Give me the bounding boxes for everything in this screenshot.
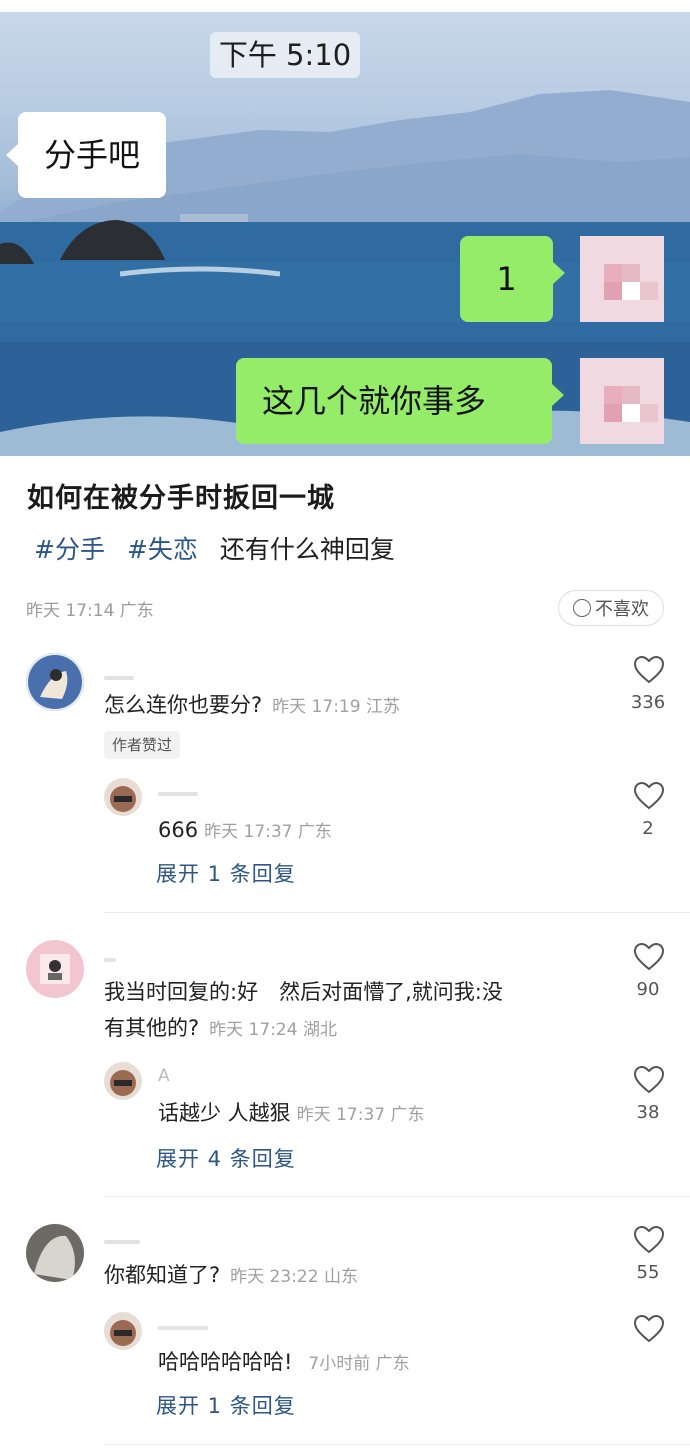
expand-replies-link[interactable]: 展开 4 条回复 [156, 1143, 296, 1173]
username-blurred[interactable] [158, 1326, 208, 1330]
tag-row: #分手 #失恋 还有什么神回复 [34, 530, 395, 566]
comment-time: 昨天 17:24 湖北 [209, 1020, 337, 1040]
avatar-image [26, 1224, 84, 1282]
username-blurred[interactable] [104, 676, 134, 680]
avatar-image [104, 1312, 142, 1350]
expand-replies-link[interactable]: 展开 1 条回复 [156, 1390, 296, 1420]
heart-icon[interactable] [634, 1226, 664, 1254]
heart-icon[interactable] [634, 1315, 664, 1343]
reply-text: 哈哈哈哈哈哈! 7小时前 广东 [158, 1350, 410, 1374]
divider [104, 1444, 690, 1445]
reply-text: 话越少 人越狠 昨天 17:37 广东 [158, 1101, 425, 1125]
reply-text: 666 昨天 17:37 广东 [158, 818, 332, 842]
post-meta: 昨天 17:14 广东 [26, 601, 154, 621]
reply-time: 昨天 17:37 广东 [204, 822, 332, 842]
reply-time: 昨天 17:37 广东 [296, 1105, 425, 1125]
avatar-image [104, 778, 142, 816]
username-blurred[interactable] [158, 792, 198, 796]
divider [104, 1196, 690, 1197]
username-blurred[interactable] [104, 958, 116, 962]
pixelated-avatar [580, 236, 664, 322]
chat-bubble-sent-2: 这几个就你事多 [236, 358, 564, 444]
frown-icon [573, 599, 591, 617]
chat-timestamp: 下午 5:10 [210, 32, 360, 78]
like-count: 38 [636, 1102, 660, 1123]
expand-replies-link[interactable]: 展开 1 条回复 [156, 858, 296, 888]
comment-time: 昨天 23:22 山东 [230, 1267, 358, 1287]
avatar-image [26, 653, 84, 711]
pixelated-avatar [580, 358, 664, 444]
avatar[interactable] [26, 940, 84, 998]
chat-bubble-sent-1: 1 [460, 236, 565, 322]
heart-icon[interactable] [634, 656, 664, 684]
reply-time: 7小时前 广东 [308, 1354, 410, 1374]
author-liked-badge: 作者赞过 [104, 731, 181, 759]
like-count: 90 [636, 979, 660, 1000]
post-title: 如何在被分手时扳回一城 [27, 483, 335, 514]
like-count: 2 [642, 818, 654, 839]
hashtag-link[interactable]: #分手 [34, 530, 105, 566]
dislike-label: 不喜欢 [595, 599, 649, 620]
comment-text: 我当时回复的:好 然后对面懵了,就问我:没 有其他的? 昨天 17:24 湖北 [104, 980, 503, 1040]
post-body-text: 还有什么神回复 [219, 535, 395, 564]
divider [104, 912, 690, 913]
chat-bubble-received: 分手吧 [5, 112, 167, 198]
like-count: 55 [636, 1262, 660, 1283]
username-blurred[interactable] [104, 1240, 140, 1244]
avatar-image [26, 940, 84, 998]
like-count: 336 [630, 692, 666, 713]
heart-icon[interactable] [634, 1066, 664, 1094]
dislike-button[interactable]: 不喜欢 [558, 590, 664, 626]
heart-icon[interactable] [634, 782, 664, 810]
avatar[interactable] [104, 1312, 142, 1350]
comment-text: 你都知道了? 昨天 23:22 山东 [104, 1263, 358, 1287]
avatar[interactable] [104, 1062, 142, 1100]
avatar[interactable] [104, 778, 142, 816]
comment-time: 昨天 17:19 江苏 [272, 697, 400, 717]
avatar-image [104, 1062, 142, 1100]
comment-text: 怎么连你也要分? 昨天 17:19 江苏 [104, 693, 400, 717]
post-image[interactable]: 下午 5:10 分手吧 1 这几个就你事多 [0, 12, 690, 456]
username-blurred[interactable]: A [158, 1066, 170, 1086]
heart-icon[interactable] [634, 943, 664, 971]
hashtag-link[interactable]: #失恋 [127, 530, 198, 566]
avatar[interactable] [26, 653, 84, 711]
avatar[interactable] [26, 1224, 84, 1282]
